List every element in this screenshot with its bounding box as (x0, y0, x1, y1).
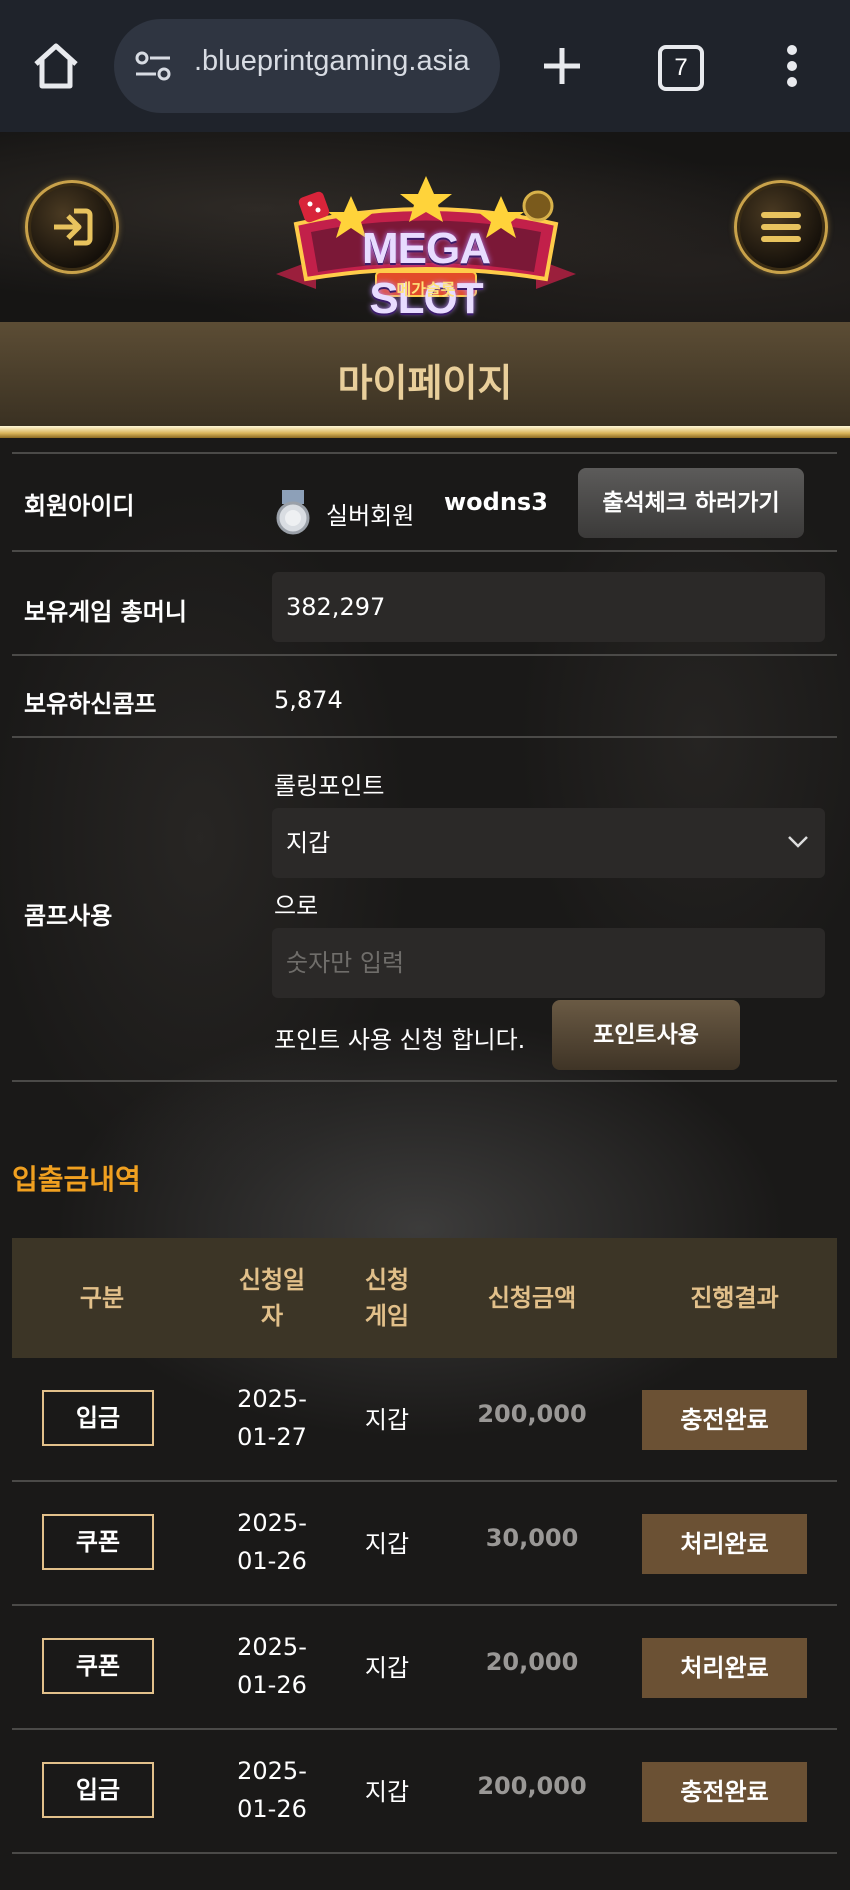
more-menu-icon[interactable] (784, 44, 800, 88)
site-logo[interactable]: MEGA SLOT 메가슬롯 (256, 154, 596, 323)
point-amount-input[interactable]: 숫자만 입력 (272, 928, 825, 998)
divider (12, 452, 837, 454)
row-game: 지갑 (364, 1406, 410, 1434)
gold-divider (0, 426, 850, 438)
use-point-button[interactable]: 포인트사용 (552, 1000, 740, 1070)
logo-text: MEGA SLOT (362, 224, 491, 323)
to-label: 으로 (274, 892, 319, 920)
row-type: 입금 (42, 1390, 154, 1446)
page-title-bar: 마이페이지 (0, 322, 850, 426)
row-amount: 200,000 (477, 1772, 587, 1800)
column-header: 진행결과 (690, 1284, 779, 1312)
row-type: 입금 (42, 1762, 154, 1818)
row-date: 2025- 01-26 (237, 1509, 307, 1575)
new-tab-icon[interactable] (540, 44, 584, 88)
row-status-badge: 처리완료 (642, 1514, 807, 1574)
column-header: 신청금액 (487, 1284, 577, 1312)
rolling-point-label: 롤링포인트 (274, 772, 385, 800)
site-header: MEGA SLOT 메가슬롯 (0, 132, 850, 323)
login-arrow-icon (54, 208, 93, 246)
silver-medal-icon (276, 490, 310, 535)
row-status-badge: 충전완료 (642, 1390, 807, 1450)
table-row: 쿠폰 2025- 01-26 지갑 20,000 처리완료 (12, 1606, 837, 1730)
member-id-value: wodns3 (444, 488, 548, 516)
history-section-title: 입출금내역 (12, 1163, 141, 1196)
table-row: 쿠폰 2025- 01-26 지갑 30,000 처리완료 (12, 1482, 837, 1606)
row-game: 지갑 (364, 1530, 410, 1558)
row-game: 지갑 (364, 1654, 410, 1682)
row-status-badge: 처리완료 (642, 1638, 807, 1698)
home-icon[interactable] (28, 38, 84, 94)
page-title: 마이페이지 (337, 361, 513, 405)
row-date: 2025- 01-27 (237, 1385, 307, 1451)
row-amount: 20,000 (485, 1648, 579, 1676)
divider (12, 736, 837, 738)
game-money-label: 보유게임 총머니 (24, 598, 187, 626)
address-bar[interactable]: .blueprintgaming.asia (114, 19, 500, 113)
tab-switcher-button[interactable]: 7 (658, 45, 704, 91)
member-id-label: 회원아이디 (24, 492, 135, 520)
row-type: 쿠폰 (42, 1514, 154, 1570)
wallet-select[interactable]: 지갑 (272, 808, 825, 878)
column-header: 구분 (79, 1284, 125, 1312)
point-request-text: 포인트 사용 신청 합니다. (274, 1026, 526, 1054)
column-header: 신청일 자 (238, 1266, 306, 1330)
browser-toolbar: .blueprintgaming.asia 7 (0, 0, 850, 132)
row-game: 지갑 (364, 1778, 410, 1806)
row-status-badge: 충전완료 (642, 1762, 807, 1822)
row-amount: 200,000 (477, 1400, 587, 1428)
comp-value: 5,874 (274, 686, 343, 714)
game-money-field: 382,297 (272, 572, 825, 642)
table-row: 입금 2025- 01-26 지갑 200,000 충전완료 (12, 1730, 837, 1854)
history-table-header: 구분 신청일 자 신청 게임 신청금액 진행결과 (12, 1238, 837, 1358)
row-date: 2025- 01-26 (237, 1633, 307, 1699)
url-text[interactable]: .blueprintgaming.asia (194, 45, 494, 78)
table-row: 입금 2025- 01-27 지갑 200,000 충전완료 (12, 1358, 837, 1482)
comp-label: 보유하신콤프 (24, 690, 157, 718)
row-divider (12, 1852, 837, 1854)
divider (12, 550, 837, 552)
comp-use-label: 콤프사용 (24, 902, 113, 930)
row-date: 2025- 01-26 (237, 1757, 307, 1823)
row-amount: 30,000 (485, 1524, 579, 1552)
mypage-content: 회원아이디 실버회원 wodns3 출석체크 하러가기 보유게임 총머니 382… (0, 438, 850, 1890)
member-grade: 실버회원 (326, 502, 415, 530)
divider (12, 1080, 837, 1082)
site-settings-icon[interactable] (134, 49, 172, 83)
chevron-down-icon (788, 836, 808, 848)
menu-button[interactable] (734, 180, 828, 274)
wallet-select-value: 지갑 (286, 829, 331, 857)
row-type: 쿠폰 (42, 1638, 154, 1694)
divider (12, 654, 837, 656)
attendance-check-button[interactable]: 출석체크 하러가기 (578, 468, 804, 538)
logo-subtext: 메가슬롯 (396, 280, 456, 299)
column-header: 신청 게임 (364, 1266, 410, 1330)
login-button[interactable] (25, 180, 119, 274)
hamburger-icon (761, 212, 801, 242)
